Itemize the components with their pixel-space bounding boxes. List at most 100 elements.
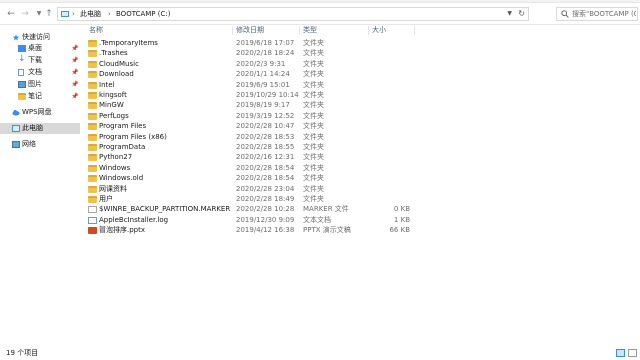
column-header-row: 名称 修改日期 类型 大小 (84, 25, 640, 36)
file-type: 文件夹 (303, 195, 324, 203)
sidebar-item-wps-drive[interactable]: WPS网盘 (0, 107, 80, 118)
file-row[interactable]: .TemporaryItems 2019/6/18 17:07 文件夹 (84, 38, 414, 48)
folder-icon (88, 112, 97, 120)
file-row[interactable]: Program Files 2020/2/28 10:47 文件夹 (84, 121, 414, 131)
search-box[interactable]: 搜索"BOOTCAMP (C:)" (556, 7, 638, 21)
sidebar-item-label: 此电脑 (22, 124, 43, 132)
file-name: MinGW (99, 101, 124, 110)
file-row[interactable]: Intel 2019/6/9 15:01 文件夹 (84, 80, 414, 90)
file-name: Download (99, 70, 134, 79)
file-row[interactable]: $WINRE_BACKUP_PARTITION.MARKER 2020/2/28… (84, 204, 414, 214)
file-type: 文件夹 (303, 70, 324, 79)
file-date: 2020/2/28 10:47 (236, 122, 295, 131)
sidebar-item-label: 快速访问 (22, 33, 50, 41)
sidebar-item-label: 笔记 (28, 92, 42, 100)
breadcrumb-chevron-icon[interactable]: › (72, 8, 75, 20)
column-divider[interactable] (414, 26, 415, 35)
file-type: 文件夹 (303, 153, 324, 162)
file-type: 文件夹 (303, 91, 324, 99)
column-header-date[interactable]: 修改日期 (236, 25, 264, 36)
file-date: 2019/10/29 10:14 (236, 91, 299, 99)
file-row[interactable]: Download 2020/1/1 14:24 文件夹 (84, 69, 414, 79)
file-row[interactable]: Program Files (x86) 2020/2/28 18:53 文件夹 (84, 132, 414, 142)
file-row[interactable]: MinGW 2019/8/19 9:17 文件夹 (84, 100, 414, 110)
column-divider[interactable] (232, 26, 233, 35)
address-bar[interactable]: › 此电脑 › BOOTCAMP (C:) ▼ ↻ (57, 7, 529, 21)
file-row[interactable]: 用户 2020/2/28 18:49 文件夹 (84, 194, 414, 204)
folder-icon (88, 50, 97, 58)
large-icons-view-icon[interactable] (628, 349, 637, 357)
file-size: 1 KB (393, 215, 410, 224)
file-row[interactable]: Python27 2020/2/16 12:31 文件夹 (84, 152, 414, 162)
powerpoint-icon (88, 227, 97, 235)
file-row[interactable]: CloudMusic 2020/2/3 9:31 文件夹 (84, 59, 414, 69)
file-row[interactable]: kingsoft 2019/10/29 10:14 文件夹 (84, 90, 414, 100)
folder-icon (88, 71, 97, 79)
column-header-type[interactable]: 类型 (303, 25, 317, 36)
item-count: 19 个项目 (6, 349, 39, 357)
sidebar-item-pictures[interactable]: 图片 📌 (0, 79, 80, 90)
file-type: 文件夹 (303, 111, 324, 120)
file-name: AppleBcInstaller.log (99, 215, 169, 224)
sidebar-item-documents[interactable]: 文档 📌 (0, 67, 80, 78)
address-dropdown-icon[interactable]: ▼ (507, 8, 512, 20)
file-type: 文件夹 (303, 143, 324, 151)
file-date: 2019/3/19 12:52 (236, 111, 295, 120)
breadcrumb-drive[interactable]: BOOTCAMP (C:) (116, 8, 170, 20)
sidebar-item-quick-access[interactable]: 快速访问 (0, 32, 80, 43)
file-name: Intel (99, 80, 115, 89)
file-size: 0 KB (393, 205, 410, 214)
folder-icon (88, 92, 97, 99)
file-row[interactable]: AppleBcInstaller.log 2019/12/30 9:09 文本文… (84, 215, 414, 225)
folder-icon (88, 123, 97, 131)
column-divider[interactable] (368, 26, 369, 35)
details-view-icon[interactable] (616, 349, 625, 357)
file-type: 文件夹 (303, 174, 324, 183)
file-name: $WINRE_BACKUP_PARTITION.MARKER (99, 205, 231, 214)
pin-icon: 📌 (71, 69, 79, 76)
up-arrow-icon[interactable]: ↑ (43, 7, 55, 21)
search-input[interactable]: 搜索"BOOTCAMP (C:)" (572, 8, 636, 20)
column-divider[interactable] (299, 26, 300, 35)
file-row[interactable]: PerfLogs 2019/3/19 12:52 文件夹 (84, 111, 414, 121)
file-list: .TemporaryItems 2019/6/18 17:07 文件夹 .Tra… (84, 38, 640, 338)
pin-icon: 📌 (71, 93, 79, 100)
breadcrumb-chevron-icon[interactable]: › (108, 8, 111, 20)
sidebar-item-downloads[interactable]: ↓ 下载 📌 (0, 55, 80, 66)
file-row[interactable]: ProgramData 2020/2/28 18:55 文件夹 (84, 142, 414, 152)
refresh-icon[interactable]: ↻ (518, 8, 525, 20)
file-type: 文件夹 (303, 132, 324, 141)
sidebar-item-this-pc[interactable]: 此电脑 (0, 123, 80, 134)
breadcrumb-this-pc[interactable]: 此电脑 (80, 8, 101, 20)
sidebar-item-label: 网络 (22, 140, 36, 148)
folder-icon (88, 102, 97, 110)
pin-icon: 📌 (71, 45, 79, 52)
file-date: 2019/6/18 17:07 (236, 39, 295, 47)
document-icon (18, 69, 24, 76)
folder-icon (88, 154, 97, 162)
back-arrow-icon[interactable]: ← (5, 7, 17, 21)
file-size: 66 KB (389, 226, 410, 235)
file-date: 2020/2/28 18:54 (236, 174, 295, 183)
picture-icon (18, 81, 26, 88)
file-date: 2019/12/30 9:09 (236, 215, 295, 224)
forward-arrow-icon[interactable]: → (19, 7, 31, 21)
file-row[interactable]: 冒泡排序.pptx 2019/4/12 16:38 PPTX 演示文稿 66 K… (84, 225, 414, 235)
sidebar-item-network[interactable]: 网络 (0, 139, 80, 150)
sidebar-item-notes[interactable]: 笔记 📌 (0, 91, 80, 102)
sidebar-item-label: WPS网盘 (22, 108, 52, 116)
file-row[interactable]: .Trashes 2020/2/18 18:24 文件夹 (84, 48, 414, 58)
file-date: 2020/2/28 23:04 (236, 184, 295, 193)
file-name: .Trashes (99, 49, 128, 58)
folder-icon (88, 144, 97, 151)
column-header-size[interactable]: 大小 (372, 25, 386, 36)
column-header-name[interactable]: 名称 (89, 25, 103, 36)
file-row[interactable]: Windows 2020/2/28 18:54 文件夹 (84, 163, 414, 173)
pin-icon: 📌 (71, 57, 79, 64)
folder-icon (88, 60, 97, 68)
sidebar-item-desktop[interactable]: 桌面 📌 (0, 43, 80, 54)
file-type: 文件夹 (303, 80, 324, 89)
file-row[interactable]: 网课资料 2020/2/28 23:04 文件夹 (84, 184, 414, 194)
file-name: 冒泡排序.pptx (99, 226, 145, 235)
file-row[interactable]: Windows.old 2020/2/28 18:54 文件夹 (84, 173, 414, 183)
